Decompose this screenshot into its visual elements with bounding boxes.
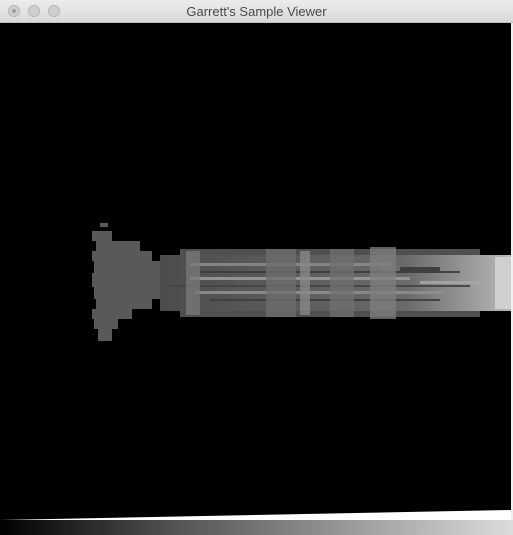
window-title: Garrett's Sample Viewer <box>186 4 327 19</box>
render-edge <box>0 510 511 520</box>
bottom-strip <box>0 520 513 535</box>
title-bar[interactable]: Garrett's Sample Viewer <box>0 0 513 23</box>
sample-head <box>92 223 166 341</box>
sample-render <box>0 223 511 520</box>
sample-end <box>495 257 511 309</box>
viewer-canvas[interactable] <box>0 23 511 520</box>
app-window: Garrett's Sample Viewer <box>0 0 513 535</box>
